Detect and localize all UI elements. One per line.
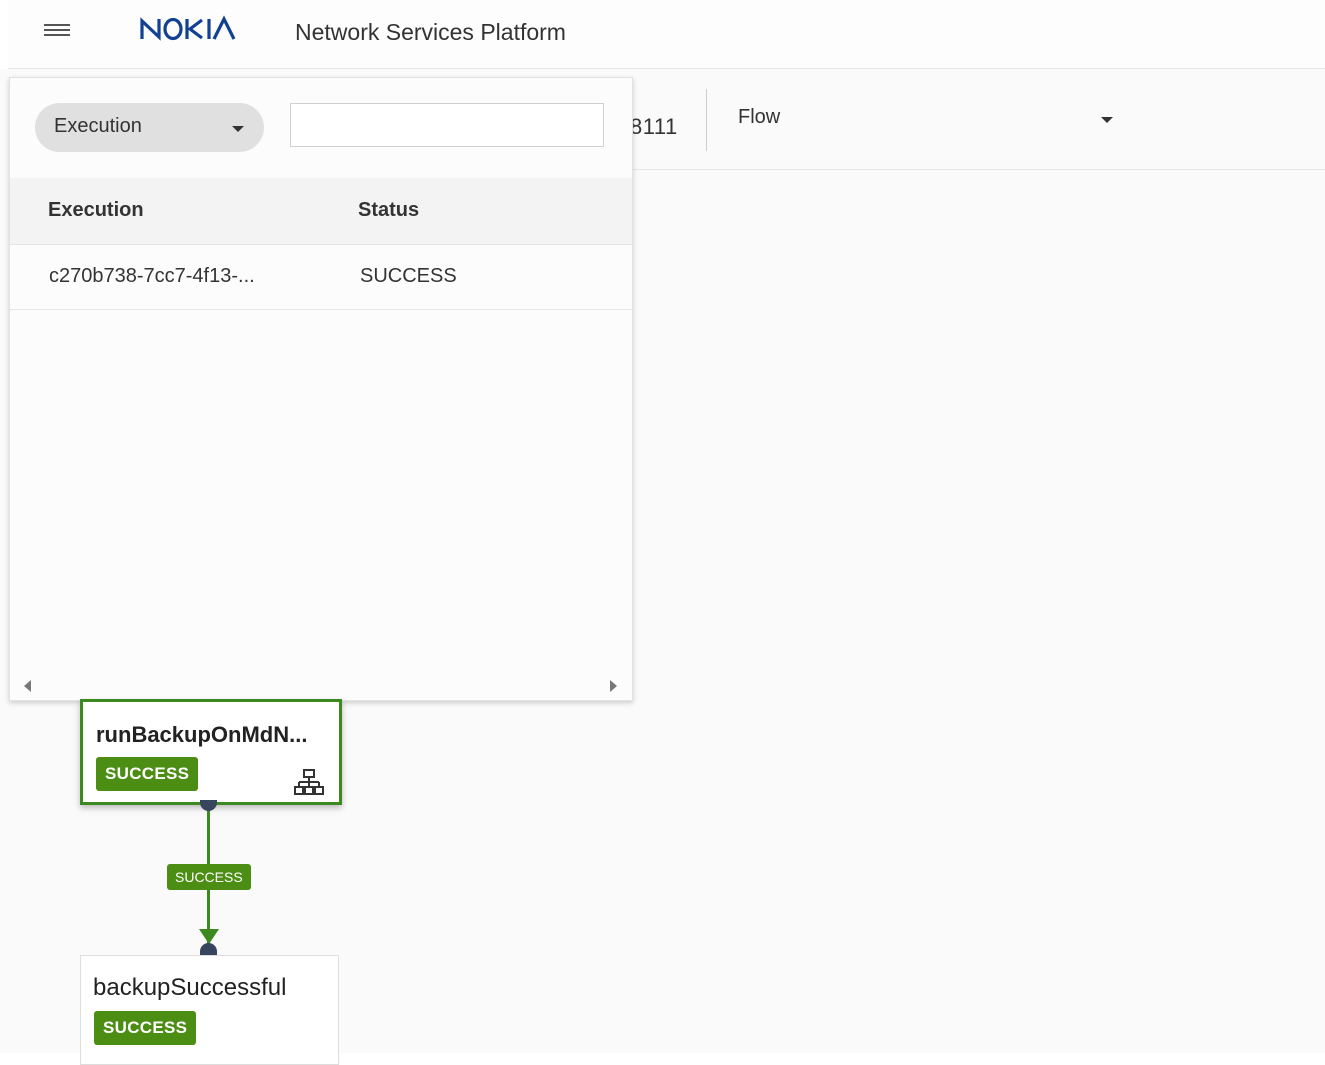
table-header: Execution Status bbox=[10, 178, 632, 245]
flow-toolbar: 8111 Flow bbox=[630, 69, 1325, 170]
horizontal-scrollbar[interactable] bbox=[10, 674, 632, 698]
execution-panel: Execution Execution Status c270b738-7cc7… bbox=[9, 77, 633, 701]
scroll-right-icon[interactable] bbox=[610, 680, 617, 692]
execution-filter-select[interactable]: Execution bbox=[35, 103, 264, 152]
node-title: runBackupOnMdN... bbox=[96, 722, 308, 747]
edge-arrowhead bbox=[199, 929, 219, 944]
app-title: Network Services Platform bbox=[295, 19, 566, 45]
nokia-logo bbox=[140, 14, 236, 49]
execution-search-input[interactable] bbox=[290, 103, 604, 147]
caret-down-icon bbox=[232, 126, 244, 132]
toolbar-divider bbox=[706, 89, 707, 151]
status-cell: SUCCESS bbox=[360, 265, 457, 287]
workflow-id-fragment: 8111 bbox=[630, 114, 678, 139]
top-bar: Network Services Platform bbox=[8, 0, 1325, 69]
column-header-status[interactable]: Status bbox=[358, 199, 419, 222]
execution-id-cell: c270b738-7cc7-4f13-... bbox=[49, 265, 255, 287]
edge-input-port bbox=[200, 943, 217, 955]
flow-node-run-backup[interactable]: runBackupOnMdN... SUCCESS bbox=[80, 699, 342, 805]
caret-down-icon bbox=[1101, 117, 1113, 123]
scroll-left-icon[interactable] bbox=[24, 680, 31, 692]
flow-node-backup-successful[interactable]: backupSuccessful SUCCESS bbox=[80, 955, 339, 1065]
edge-label: SUCCESS bbox=[167, 864, 251, 890]
table-row[interactable]: c270b738-7cc7-4f13-... SUCCESS bbox=[10, 245, 632, 310]
menu-icon[interactable] bbox=[44, 21, 72, 43]
column-header-execution[interactable]: Execution bbox=[48, 199, 144, 222]
status-badge: SUCCESS bbox=[94, 1011, 197, 1045]
execution-filter-value: Execution bbox=[54, 115, 142, 137]
node-title: backupSuccessful bbox=[93, 974, 287, 1001]
view-select-value: Flow bbox=[738, 106, 781, 128]
hierarchy-icon[interactable] bbox=[294, 768, 324, 798]
view-select[interactable]: Flow bbox=[738, 104, 1113, 138]
status-badge: SUCCESS bbox=[96, 757, 199, 791]
nokia-logo-mark bbox=[140, 15, 236, 41]
